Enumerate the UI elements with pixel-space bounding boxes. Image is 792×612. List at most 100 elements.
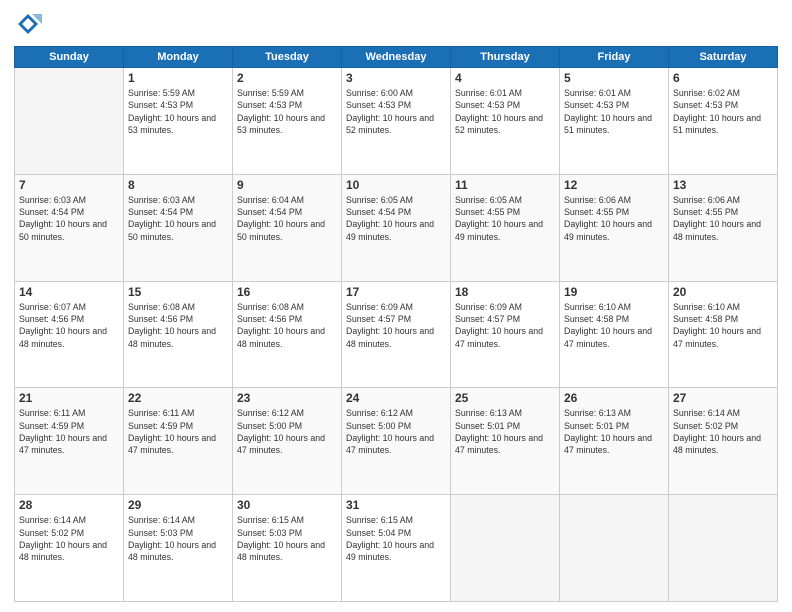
cell-daylight: Daylight: 10 hours and 47 minutes. bbox=[564, 325, 664, 350]
cell-info: Sunrise: 6:09 AM Sunset: 4:57 PM Dayligh… bbox=[455, 301, 555, 350]
cell-daylight: Daylight: 10 hours and 50 minutes. bbox=[19, 218, 119, 243]
cell-sunrise: Sunrise: 6:03 AM bbox=[128, 194, 228, 206]
calendar-cell: 29 Sunrise: 6:14 AM Sunset: 5:03 PM Dayl… bbox=[124, 495, 233, 602]
cell-day-number: 17 bbox=[346, 285, 446, 299]
calendar-cell: 27 Sunrise: 6:14 AM Sunset: 5:02 PM Dayl… bbox=[669, 388, 778, 495]
cell-daylight: Daylight: 10 hours and 48 minutes. bbox=[673, 218, 773, 243]
calendar-cell: 16 Sunrise: 6:08 AM Sunset: 4:56 PM Dayl… bbox=[233, 281, 342, 388]
calendar-cell: 21 Sunrise: 6:11 AM Sunset: 4:59 PM Dayl… bbox=[15, 388, 124, 495]
cell-info: Sunrise: 6:08 AM Sunset: 4:56 PM Dayligh… bbox=[128, 301, 228, 350]
cell-sunrise: Sunrise: 6:01 AM bbox=[564, 87, 664, 99]
cell-daylight: Daylight: 10 hours and 47 minutes. bbox=[237, 432, 337, 457]
cell-info: Sunrise: 6:12 AM Sunset: 5:00 PM Dayligh… bbox=[237, 407, 337, 456]
cell-daylight: Daylight: 10 hours and 47 minutes. bbox=[455, 432, 555, 457]
cell-sunrise: Sunrise: 6:15 AM bbox=[237, 514, 337, 526]
header bbox=[14, 10, 778, 38]
cell-day-number: 22 bbox=[128, 391, 228, 405]
cell-sunset: Sunset: 4:57 PM bbox=[455, 313, 555, 325]
cell-daylight: Daylight: 10 hours and 47 minutes. bbox=[19, 432, 119, 457]
calendar-cell: 11 Sunrise: 6:05 AM Sunset: 4:55 PM Dayl… bbox=[451, 174, 560, 281]
cell-sunset: Sunset: 5:04 PM bbox=[346, 527, 446, 539]
calendar-cell: 17 Sunrise: 6:09 AM Sunset: 4:57 PM Dayl… bbox=[342, 281, 451, 388]
page: SundayMondayTuesdayWednesdayThursdayFrid… bbox=[0, 0, 792, 612]
cell-day-number: 29 bbox=[128, 498, 228, 512]
cell-daylight: Daylight: 10 hours and 51 minutes. bbox=[673, 112, 773, 137]
calendar-cell bbox=[669, 495, 778, 602]
cell-daylight: Daylight: 10 hours and 49 minutes. bbox=[346, 539, 446, 564]
cell-sunrise: Sunrise: 6:12 AM bbox=[237, 407, 337, 419]
cell-daylight: Daylight: 10 hours and 47 minutes. bbox=[564, 432, 664, 457]
header-day-thursday: Thursday bbox=[451, 47, 560, 68]
cell-info: Sunrise: 6:13 AM Sunset: 5:01 PM Dayligh… bbox=[564, 407, 664, 456]
calendar-cell: 10 Sunrise: 6:05 AM Sunset: 4:54 PM Dayl… bbox=[342, 174, 451, 281]
cell-sunrise: Sunrise: 6:13 AM bbox=[455, 407, 555, 419]
cell-sunset: Sunset: 5:01 PM bbox=[455, 420, 555, 432]
cell-info: Sunrise: 6:03 AM Sunset: 4:54 PM Dayligh… bbox=[128, 194, 228, 243]
calendar-body: 1 Sunrise: 5:59 AM Sunset: 4:53 PM Dayli… bbox=[15, 68, 778, 602]
cell-daylight: Daylight: 10 hours and 48 minutes. bbox=[237, 325, 337, 350]
cell-sunrise: Sunrise: 6:14 AM bbox=[19, 514, 119, 526]
cell-info: Sunrise: 6:15 AM Sunset: 5:04 PM Dayligh… bbox=[346, 514, 446, 563]
cell-sunset: Sunset: 4:53 PM bbox=[346, 99, 446, 111]
cell-day-number: 6 bbox=[673, 71, 773, 85]
cell-sunset: Sunset: 4:53 PM bbox=[564, 99, 664, 111]
calendar-cell: 18 Sunrise: 6:09 AM Sunset: 4:57 PM Dayl… bbox=[451, 281, 560, 388]
cell-info: Sunrise: 5:59 AM Sunset: 4:53 PM Dayligh… bbox=[237, 87, 337, 136]
cell-sunrise: Sunrise: 6:01 AM bbox=[455, 87, 555, 99]
calendar-cell: 24 Sunrise: 6:12 AM Sunset: 5:00 PM Dayl… bbox=[342, 388, 451, 495]
calendar-cell: 15 Sunrise: 6:08 AM Sunset: 4:56 PM Dayl… bbox=[124, 281, 233, 388]
calendar-cell: 30 Sunrise: 6:15 AM Sunset: 5:03 PM Dayl… bbox=[233, 495, 342, 602]
calendar-row-5: 28 Sunrise: 6:14 AM Sunset: 5:02 PM Dayl… bbox=[15, 495, 778, 602]
cell-info: Sunrise: 6:08 AM Sunset: 4:56 PM Dayligh… bbox=[237, 301, 337, 350]
calendar-cell: 25 Sunrise: 6:13 AM Sunset: 5:01 PM Dayl… bbox=[451, 388, 560, 495]
cell-sunset: Sunset: 4:53 PM bbox=[128, 99, 228, 111]
cell-daylight: Daylight: 10 hours and 49 minutes. bbox=[455, 218, 555, 243]
cell-daylight: Daylight: 10 hours and 51 minutes. bbox=[564, 112, 664, 137]
cell-day-number: 26 bbox=[564, 391, 664, 405]
cell-day-number: 31 bbox=[346, 498, 446, 512]
cell-daylight: Daylight: 10 hours and 47 minutes. bbox=[455, 325, 555, 350]
cell-day-number: 4 bbox=[455, 71, 555, 85]
calendar-cell: 31 Sunrise: 6:15 AM Sunset: 5:04 PM Dayl… bbox=[342, 495, 451, 602]
calendar-cell bbox=[15, 68, 124, 175]
calendar-row-2: 7 Sunrise: 6:03 AM Sunset: 4:54 PM Dayli… bbox=[15, 174, 778, 281]
calendar-cell: 9 Sunrise: 6:04 AM Sunset: 4:54 PM Dayli… bbox=[233, 174, 342, 281]
cell-day-number: 1 bbox=[128, 71, 228, 85]
cell-info: Sunrise: 6:09 AM Sunset: 4:57 PM Dayligh… bbox=[346, 301, 446, 350]
cell-sunset: Sunset: 5:03 PM bbox=[237, 527, 337, 539]
calendar-cell: 22 Sunrise: 6:11 AM Sunset: 4:59 PM Dayl… bbox=[124, 388, 233, 495]
cell-daylight: Daylight: 10 hours and 50 minutes. bbox=[128, 218, 228, 243]
cell-sunset: Sunset: 4:55 PM bbox=[673, 206, 773, 218]
cell-sunset: Sunset: 4:58 PM bbox=[564, 313, 664, 325]
cell-sunrise: Sunrise: 6:14 AM bbox=[128, 514, 228, 526]
cell-sunrise: Sunrise: 6:15 AM bbox=[346, 514, 446, 526]
cell-day-number: 5 bbox=[564, 71, 664, 85]
header-day-saturday: Saturday bbox=[669, 47, 778, 68]
cell-day-number: 21 bbox=[19, 391, 119, 405]
cell-info: Sunrise: 6:11 AM Sunset: 4:59 PM Dayligh… bbox=[19, 407, 119, 456]
cell-day-number: 10 bbox=[346, 178, 446, 192]
cell-info: Sunrise: 6:14 AM Sunset: 5:02 PM Dayligh… bbox=[673, 407, 773, 456]
cell-daylight: Daylight: 10 hours and 49 minutes. bbox=[564, 218, 664, 243]
calendar-cell: 8 Sunrise: 6:03 AM Sunset: 4:54 PM Dayli… bbox=[124, 174, 233, 281]
cell-daylight: Daylight: 10 hours and 47 minutes. bbox=[673, 325, 773, 350]
cell-day-number: 3 bbox=[346, 71, 446, 85]
calendar-cell: 23 Sunrise: 6:12 AM Sunset: 5:00 PM Dayl… bbox=[233, 388, 342, 495]
cell-sunset: Sunset: 4:54 PM bbox=[237, 206, 337, 218]
cell-sunset: Sunset: 5:00 PM bbox=[237, 420, 337, 432]
cell-info: Sunrise: 6:14 AM Sunset: 5:03 PM Dayligh… bbox=[128, 514, 228, 563]
cell-sunset: Sunset: 4:55 PM bbox=[564, 206, 664, 218]
cell-day-number: 24 bbox=[346, 391, 446, 405]
cell-sunrise: Sunrise: 6:03 AM bbox=[19, 194, 119, 206]
cell-day-number: 14 bbox=[19, 285, 119, 299]
calendar-row-4: 21 Sunrise: 6:11 AM Sunset: 4:59 PM Dayl… bbox=[15, 388, 778, 495]
cell-sunrise: Sunrise: 6:14 AM bbox=[673, 407, 773, 419]
cell-day-number: 30 bbox=[237, 498, 337, 512]
cell-daylight: Daylight: 10 hours and 50 minutes. bbox=[237, 218, 337, 243]
cell-info: Sunrise: 6:06 AM Sunset: 4:55 PM Dayligh… bbox=[564, 194, 664, 243]
cell-daylight: Daylight: 10 hours and 49 minutes. bbox=[346, 218, 446, 243]
cell-daylight: Daylight: 10 hours and 48 minutes. bbox=[128, 325, 228, 350]
calendar-cell: 20 Sunrise: 6:10 AM Sunset: 4:58 PM Dayl… bbox=[669, 281, 778, 388]
cell-sunrise: Sunrise: 6:10 AM bbox=[564, 301, 664, 313]
cell-sunset: Sunset: 5:00 PM bbox=[346, 420, 446, 432]
